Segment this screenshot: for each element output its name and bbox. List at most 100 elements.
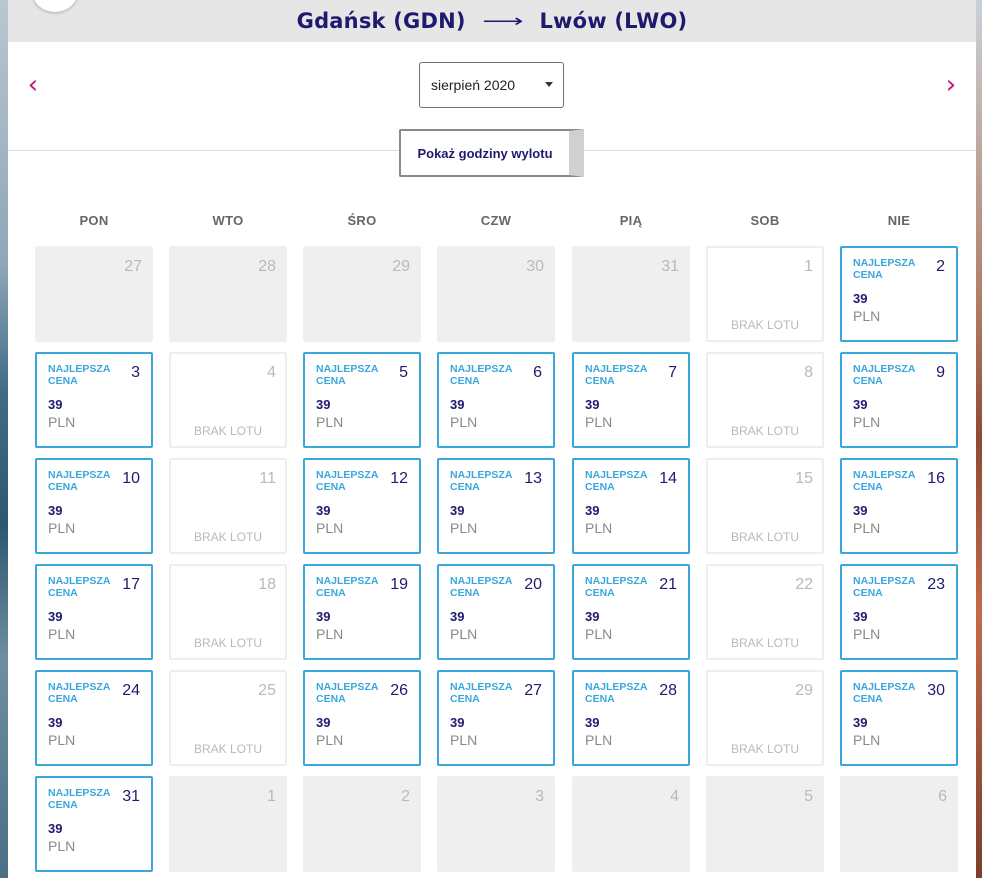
price-amount: 39: [48, 715, 63, 730]
destination-city: Lwów (LWO): [539, 9, 688, 33]
price-currency: PLN: [48, 626, 76, 642]
calendar-day-outside-month: 28: [169, 246, 287, 342]
route-header: Gdańsk (GDN) ⟶ Lwów (LWO): [8, 0, 976, 42]
day-number: 30: [927, 682, 945, 699]
next-month-icon[interactable]: ›: [938, 72, 964, 98]
price-amount: 39: [316, 397, 331, 412]
calendar-day-price[interactable]: 9 NAJLEPSZA CENA 39 PLN: [840, 352, 958, 448]
day-number: 29: [795, 682, 813, 699]
calendar-day-price[interactable]: 24 NAJLEPSZA CENA 39 PLN: [35, 670, 153, 766]
calendar-day-no-flight: 25 BRAK LOTU: [169, 670, 287, 766]
calendar-day-outside-month: 29: [303, 246, 421, 342]
calendar-day-price[interactable]: 17 NAJLEPSZA CENA 39 PLN: [35, 564, 153, 660]
calendar-day-price[interactable]: 14 NAJLEPSZA CENA 39 PLN: [572, 458, 690, 554]
no-flight-label: BRAK LOTU: [193, 424, 262, 438]
price-currency: PLN: [853, 626, 881, 642]
month-select[interactable]: sierpień 2020: [419, 62, 564, 108]
calendar-day-price[interactable]: 23 NAJLEPSZA CENA 39 PLN: [840, 564, 958, 660]
calendar-day-price[interactable]: 7 NAJLEPSZA CENA 39 PLN: [572, 352, 690, 448]
day-number: 1: [267, 788, 276, 805]
calendar-day-outside-month: 3: [437, 776, 555, 872]
price-currency: PLN: [853, 520, 881, 536]
calendar-day-outside-month: 2: [303, 776, 421, 872]
day-number: 27: [524, 682, 542, 699]
price-currency: PLN: [48, 414, 76, 430]
no-flight-label: BRAK LOTU: [730, 318, 799, 332]
calendar-day-no-flight: 22 BRAK LOTU: [706, 564, 824, 660]
best-price-badge: NAJLEPSZA CENA: [853, 681, 916, 705]
price-currency: PLN: [316, 414, 344, 430]
calendar-day-no-flight: 29 BRAK LOTU: [706, 670, 824, 766]
weekday-label: SOB: [750, 213, 780, 228]
day-number: 2: [401, 788, 410, 805]
day-number: 23: [927, 576, 945, 593]
calendar-day-price[interactable]: 6 NAJLEPSZA CENA 39 PLN: [437, 352, 555, 448]
price-currency: PLN: [450, 520, 478, 536]
best-price-badge: NAJLEPSZA CENA: [585, 363, 648, 387]
best-price-badge: NAJLEPSZA CENA: [450, 363, 513, 387]
weekday-label: PON: [79, 213, 109, 228]
best-price-badge: NAJLEPSZA CENA: [48, 363, 111, 387]
calendar-day-no-flight: 8 BRAK LOTU: [706, 352, 824, 448]
day-number: 8: [804, 364, 813, 381]
previous-month-icon[interactable]: ‹: [20, 72, 46, 98]
calendar-day-price[interactable]: 2 NAJLEPSZA CENA 39 PLN: [840, 246, 958, 342]
calendar-day-outside-month: 1: [169, 776, 287, 872]
price-amount: 39: [316, 715, 331, 730]
calendar-day-outside-month: 6: [840, 776, 958, 872]
price-amount: 39: [585, 503, 600, 518]
flight-calendar-panel: Gdańsk (GDN) ⟶ Lwów (LWO) ‹ sierpień 202…: [8, 0, 976, 878]
weekday-label: NIE: [887, 213, 911, 228]
calendar-day-price[interactable]: 21 NAJLEPSZA CENA 39 PLN: [572, 564, 690, 660]
price-amount: 39: [585, 609, 600, 624]
weekday-label: ŚRO: [347, 213, 377, 228]
price-amount: 39: [853, 609, 868, 624]
price-currency: PLN: [450, 732, 478, 748]
price-amount: 39: [450, 397, 465, 412]
calendar-day-price[interactable]: 20 NAJLEPSZA CENA 39 PLN: [437, 564, 555, 660]
calendar-day-price[interactable]: 10 NAJLEPSZA CENA 39 PLN: [35, 458, 153, 554]
day-number: 5: [399, 364, 408, 381]
price-currency: PLN: [316, 732, 344, 748]
price-amount: 39: [585, 715, 600, 730]
best-price-badge: NAJLEPSZA CENA: [450, 469, 513, 493]
price-currency: PLN: [450, 414, 478, 430]
calendar-day-no-flight: 1 BRAK LOTU: [706, 246, 824, 342]
calendar-day-price[interactable]: 26 NAJLEPSZA CENA 39 PLN: [303, 670, 421, 766]
background-photo-right: [976, 0, 982, 878]
best-price-badge: NAJLEPSZA CENA: [316, 681, 379, 705]
day-number: 13: [524, 470, 542, 487]
day-number: 1: [804, 258, 813, 275]
day-number: 16: [927, 470, 945, 487]
calendar-day-price[interactable]: 19 NAJLEPSZA CENA 39 PLN: [303, 564, 421, 660]
best-price-badge: NAJLEPSZA CENA: [585, 575, 648, 599]
origin-city: Gdańsk (GDN): [296, 9, 466, 33]
best-price-badge: NAJLEPSZA CENA: [585, 681, 648, 705]
price-amount: 39: [316, 503, 331, 518]
best-price-badge: NAJLEPSZA CENA: [853, 257, 916, 281]
best-price-badge: NAJLEPSZA CENA: [48, 681, 111, 705]
price-amount: 39: [48, 821, 63, 836]
calendar-day-price[interactable]: 5 NAJLEPSZA CENA 39 PLN: [303, 352, 421, 448]
no-flight-label: BRAK LOTU: [193, 530, 262, 544]
best-price-badge: NAJLEPSZA CENA: [853, 575, 916, 599]
calendar-day-price[interactable]: 16 NAJLEPSZA CENA 39 PLN: [840, 458, 958, 554]
best-price-badge: NAJLEPSZA CENA: [316, 363, 379, 387]
show-departure-times-button[interactable]: Pokaż godziny wylotu: [399, 129, 584, 177]
calendar-day-price[interactable]: 31 NAJLEPSZA CENA 39 PLN: [35, 776, 153, 872]
calendar-day-price[interactable]: 12 NAJLEPSZA CENA 39 PLN: [303, 458, 421, 554]
calendar-day-price[interactable]: 27 NAJLEPSZA CENA 39 PLN: [437, 670, 555, 766]
calendar-day-price[interactable]: 28 NAJLEPSZA CENA 39 PLN: [572, 670, 690, 766]
best-price-badge: NAJLEPSZA CENA: [853, 363, 916, 387]
calendar-day-price[interactable]: 13 NAJLEPSZA CENA 39 PLN: [437, 458, 555, 554]
day-number: 2: [936, 258, 945, 275]
best-price-badge: NAJLEPSZA CENA: [585, 469, 648, 493]
calendar-day-price[interactable]: 30 NAJLEPSZA CENA 39 PLN: [840, 670, 958, 766]
calendar-day-price[interactable]: 3 NAJLEPSZA CENA 39 PLN: [35, 352, 153, 448]
day-number: 19: [390, 576, 408, 593]
price-amount: 39: [316, 609, 331, 624]
no-flight-label: BRAK LOTU: [193, 742, 262, 756]
price-currency: PLN: [585, 520, 613, 536]
price-currency: PLN: [585, 732, 613, 748]
day-number: 18: [258, 576, 276, 593]
